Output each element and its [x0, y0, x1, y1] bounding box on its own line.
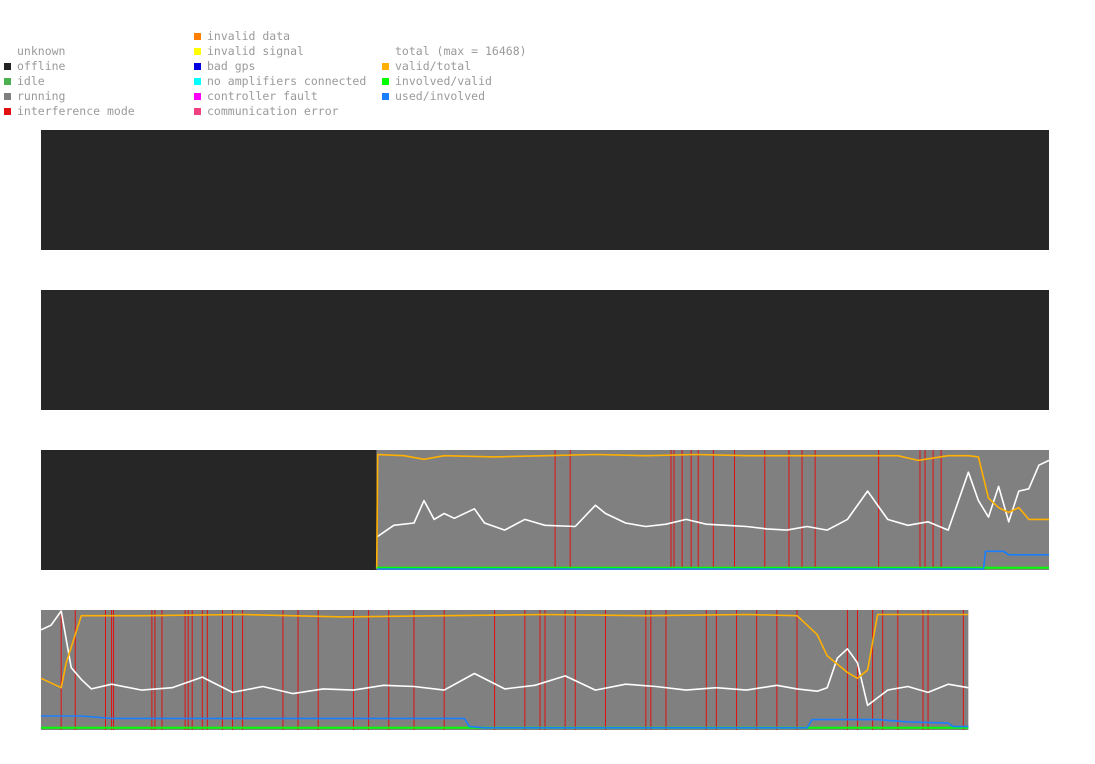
legend-label: interference mode	[17, 104, 135, 118]
legend-label: total (max = 16468)	[395, 44, 527, 58]
legend-label: unknown	[17, 44, 66, 58]
offline-band	[41, 290, 1049, 410]
legend-swatch	[194, 108, 201, 115]
running-band	[41, 610, 969, 730]
chart-strip-4	[0, 610, 1095, 730]
legend-swatch	[4, 93, 11, 100]
legend-swatch	[4, 108, 11, 115]
legend-swatch	[382, 63, 389, 70]
legend-label: no amplifiers connected	[207, 74, 367, 88]
offline-band	[41, 450, 377, 570]
legend: unknown offline idle running interference mo…	[0, 0, 1095, 130]
legend-label: running	[17, 89, 66, 103]
legend-label: invalid data	[207, 29, 291, 43]
legend-swatch	[194, 93, 201, 100]
legend-swatch	[4, 78, 11, 85]
chart-svg-3	[41, 450, 1050, 570]
legend-swatch	[194, 78, 201, 85]
legend-swatch	[194, 63, 201, 70]
legend-label: offline	[17, 59, 66, 73]
legend-swatch	[194, 48, 201, 55]
chart-svg-1	[41, 130, 1049, 250]
chart-svg-2	[41, 290, 1049, 410]
legend-swatch	[382, 93, 389, 100]
legend-label: communication error	[207, 104, 339, 118]
legend-label: idle	[17, 74, 45, 88]
chart-strip-3	[0, 450, 1095, 570]
legend-label: used/involved	[395, 89, 486, 103]
legend-label: controller fault	[207, 89, 318, 103]
legend-label: invalid signal	[207, 44, 304, 58]
chart-strip-1	[0, 130, 1095, 250]
legend-swatch	[194, 33, 201, 40]
chart-svg-4	[40, 610, 969, 730]
legend-label: valid/total	[395, 59, 472, 73]
offline-band	[41, 130, 1049, 250]
legend-label: bad gps	[207, 59, 256, 73]
legend-label: involved/valid	[395, 74, 492, 88]
legend-swatch	[4, 63, 11, 70]
legend-swatch	[382, 78, 389, 85]
chart-strip-2	[0, 290, 1095, 410]
running-band	[376, 450, 1049, 570]
